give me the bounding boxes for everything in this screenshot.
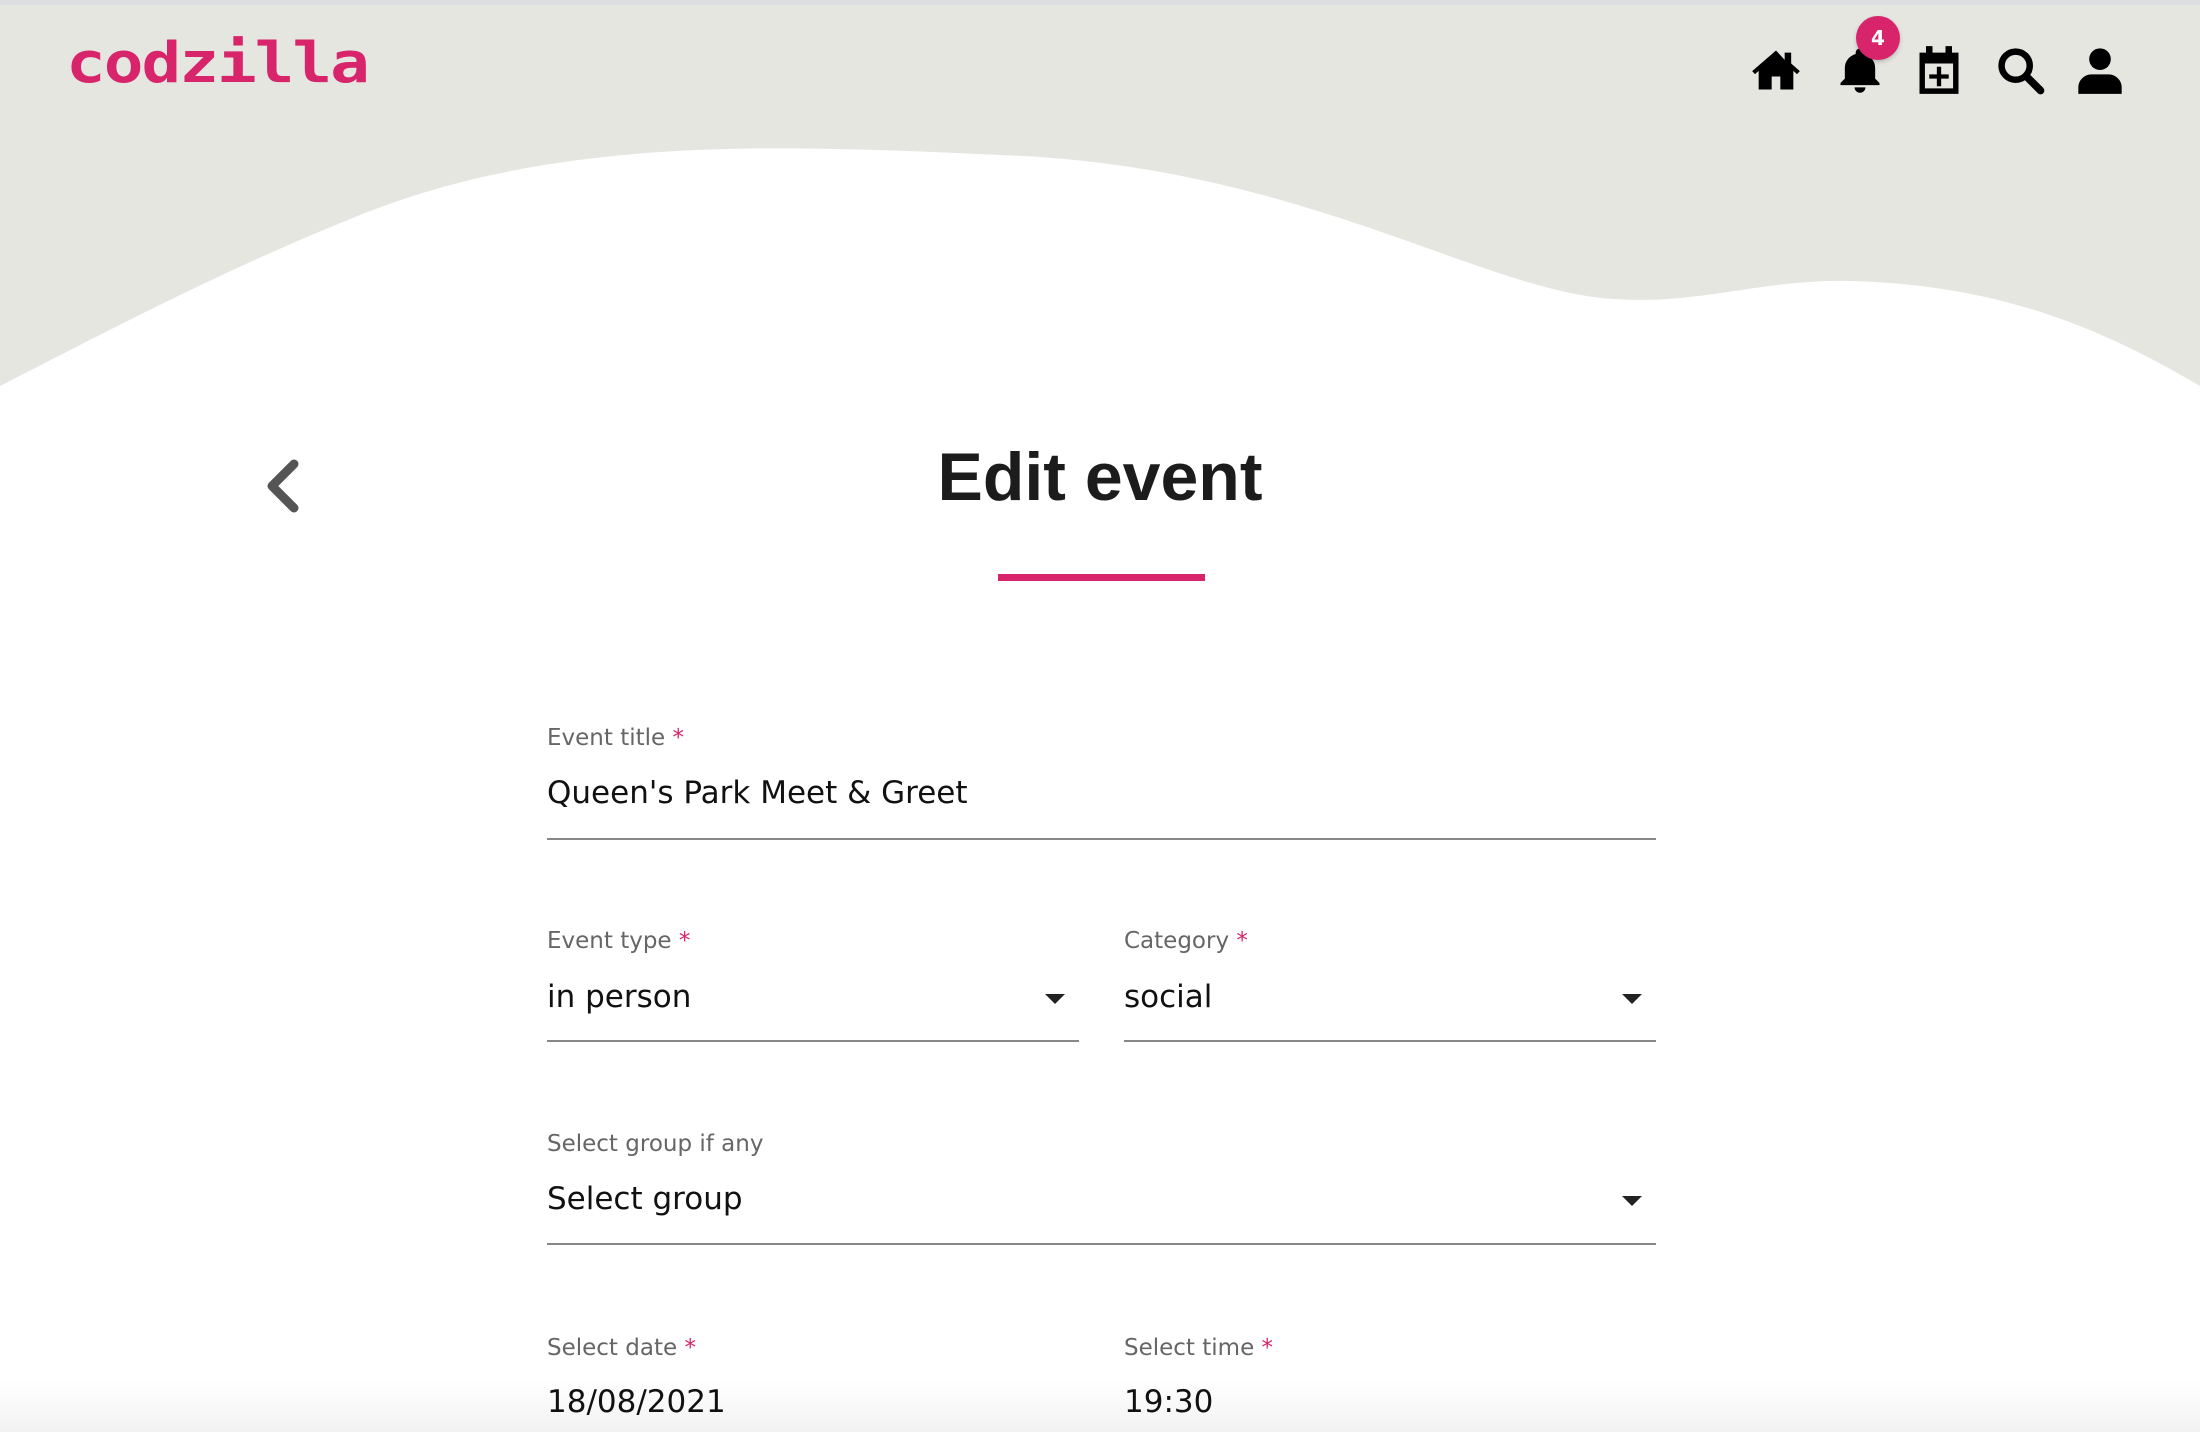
event-type-label: Event type * bbox=[547, 928, 690, 954]
calendar-plus-icon[interactable] bbox=[1913, 44, 1965, 96]
select-value: in person bbox=[547, 979, 692, 1015]
time-label: Select time * bbox=[1124, 1335, 1273, 1361]
home-icon[interactable] bbox=[1750, 44, 1802, 96]
user-icon[interactable] bbox=[2074, 44, 2126, 96]
title-underline bbox=[998, 574, 1205, 581]
event-type-select[interactable]: in person bbox=[547, 979, 1079, 1029]
codzilla-logo[interactable]: codzilla bbox=[66, 30, 370, 95]
required-marker: * bbox=[1236, 928, 1248, 954]
label-text: Select time bbox=[1124, 1335, 1255, 1361]
date-input[interactable]: 18/08/2021 bbox=[547, 1384, 726, 1420]
dropdown-arrow-icon[interactable] bbox=[1045, 994, 1065, 1004]
label-text: Category bbox=[1124, 928, 1230, 954]
category-underline bbox=[1124, 1040, 1656, 1042]
search-icon[interactable] bbox=[1994, 44, 2046, 96]
group-select[interactable]: Select group bbox=[547, 1181, 1656, 1231]
select-value: Select group bbox=[547, 1181, 743, 1217]
event-title-label: Event title * bbox=[547, 725, 684, 751]
time-input[interactable]: 19:30 bbox=[1124, 1384, 1213, 1420]
dropdown-arrow-icon[interactable] bbox=[1622, 994, 1642, 1004]
category-label: Category * bbox=[1124, 928, 1248, 954]
event-type-underline bbox=[547, 1040, 1079, 1042]
category-select[interactable]: social bbox=[1124, 979, 1656, 1029]
page-title: Edit event bbox=[937, 439, 1263, 515]
required-marker: * bbox=[678, 928, 691, 954]
event-title-input[interactable]: Queen's Park Meet & Greet bbox=[547, 775, 968, 811]
notification-count-badge: 4 bbox=[1856, 16, 1900, 60]
group-underline bbox=[547, 1243, 1656, 1245]
label-text: Event type bbox=[547, 928, 672, 954]
dropdown-arrow-icon[interactable] bbox=[1622, 1196, 1642, 1206]
label-text: Event title bbox=[547, 725, 666, 751]
date-label: Select date * bbox=[547, 1335, 696, 1361]
group-label: Select group if any bbox=[547, 1131, 764, 1157]
required-marker: * bbox=[672, 725, 684, 751]
bottom-fade bbox=[0, 1380, 2200, 1432]
label-text: Select date bbox=[547, 1335, 678, 1361]
required-marker: * bbox=[1261, 1335, 1274, 1361]
required-marker: * bbox=[684, 1335, 696, 1361]
event-title-underline bbox=[547, 838, 1656, 840]
select-value: social bbox=[1124, 979, 1213, 1015]
